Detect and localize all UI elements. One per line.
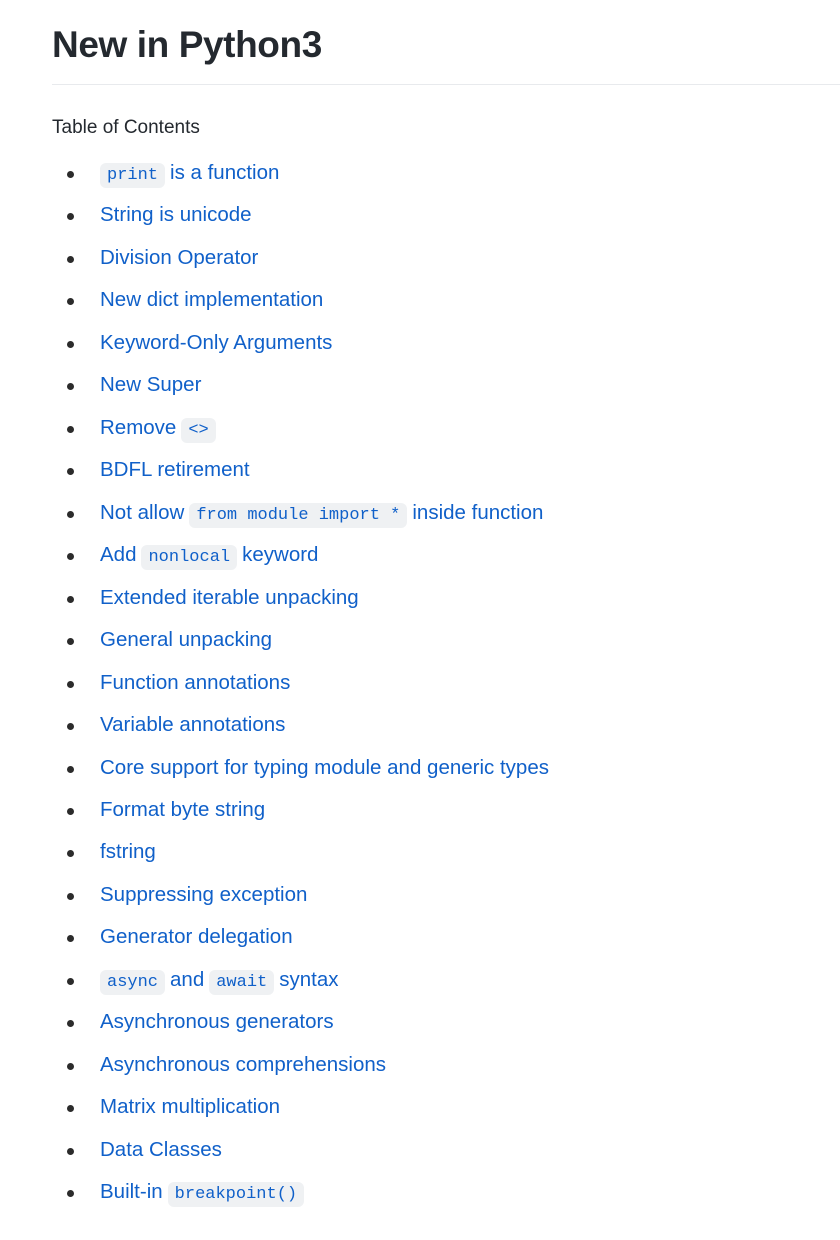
inline-code: await xyxy=(209,969,275,995)
toc-list-item[interactable]: Data Classes xyxy=(52,1138,840,1162)
toc-link-text: Asynchronous comprehensions xyxy=(100,1052,387,1076)
inline-code: breakpoint() xyxy=(167,1182,305,1208)
toc-link[interactable]: Core support for typing module and gener… xyxy=(100,756,549,779)
toc-link-text: New Super xyxy=(100,373,202,397)
toc-link-text: Built-in xyxy=(100,1180,163,1204)
toc-link[interactable]: Matrix multiplication xyxy=(100,1095,280,1118)
toc-list-item[interactable]: Keyword-Only Arguments xyxy=(52,331,840,355)
toc-list-item[interactable]: String is unicode xyxy=(52,203,840,227)
toc-link[interactable]: Add nonlocal keyword xyxy=(100,543,319,571)
toc-link[interactable]: Built-in breakpoint() xyxy=(100,1180,305,1208)
toc-link[interactable]: Extended iterable unpacking xyxy=(100,586,359,609)
toc-link-text: fstring xyxy=(100,840,156,864)
toc-link[interactable]: String is unicode xyxy=(100,203,252,226)
toc-link[interactable]: Function annotations xyxy=(100,671,290,694)
toc-link-text: syntax xyxy=(279,967,339,991)
toc-link[interactable]: Not allow from module import * inside func… xyxy=(100,500,544,528)
toc-link-text: Core support for typing module and gener… xyxy=(100,755,549,779)
toc-list-item[interactable]: Asynchronous generators xyxy=(52,1010,840,1034)
toc-list-item[interactable]: Division Operator xyxy=(52,246,840,270)
toc-link[interactable]: fstring xyxy=(100,840,156,863)
page-title: New in Python3 xyxy=(52,24,322,65)
toc-list-item[interactable]: Core support for typing module and gener… xyxy=(52,756,840,780)
table-of-contents-heading: Table of Contents xyxy=(52,117,200,139)
toc-link[interactable]: Variable annotations xyxy=(100,713,285,736)
toc-list-item[interactable]: Suppressing exception xyxy=(52,883,840,907)
toc-link[interactable]: Suppressing exception xyxy=(100,883,307,906)
table-of-contents-list: print is a function String is unicode Divis… xyxy=(52,160,840,1208)
toc-link[interactable]: print is a function xyxy=(100,160,280,188)
inline-code: async xyxy=(100,969,166,995)
toc-link-text: keyword xyxy=(242,543,319,567)
toc-link-text: Asynchronous generators xyxy=(100,1010,334,1034)
toc-list-item[interactable]: Format byte string xyxy=(52,798,840,822)
toc-link-text: Matrix multiplication xyxy=(100,1095,280,1119)
toc-list-item[interactable]: General unpacking xyxy=(52,628,840,652)
inline-code: from module import * xyxy=(189,502,408,528)
toc-link[interactable]: async and await syntax xyxy=(100,967,339,995)
toc-link-text: Function annotations xyxy=(100,670,291,694)
toc-link-text: inside function xyxy=(412,500,544,524)
toc-link[interactable]: Asynchronous comprehensions xyxy=(100,1053,386,1076)
toc-link[interactable]: Data Classes xyxy=(100,1138,222,1161)
toc-link-text: BDFL retirement xyxy=(100,458,250,482)
toc-link[interactable]: Division Operator xyxy=(100,246,258,269)
toc-link-text: and xyxy=(170,967,205,991)
toc-list-item[interactable]: Add nonlocal keyword xyxy=(52,543,840,571)
toc-link-text: String is unicode xyxy=(100,203,252,227)
toc-link[interactable]: Generator delegation xyxy=(100,925,293,948)
document-page: New in Python3 Table of Contents print is… xyxy=(0,0,840,1208)
toc-link[interactable]: Keyword-Only Arguments xyxy=(100,331,332,354)
toc-list-item[interactable]: Matrix multiplication xyxy=(52,1095,840,1119)
toc-link-text: Not allow xyxy=(100,500,185,524)
inline-code: <> xyxy=(181,417,216,443)
toc-list-item[interactable]: fstring xyxy=(52,840,840,864)
inline-code: nonlocal xyxy=(141,545,238,571)
toc-list-item[interactable]: Not allow from module import * inside func… xyxy=(52,500,840,528)
toc-list-item[interactable]: Function annotations xyxy=(52,671,840,695)
toc-list-item[interactable]: BDFL retirement xyxy=(52,458,840,482)
toc-link[interactable]: Format byte string xyxy=(100,798,265,821)
toc-link-text: Keyword-Only Arguments xyxy=(100,330,333,354)
toc-link[interactable]: BDFL retirement xyxy=(100,458,250,481)
toc-link[interactable]: New Super xyxy=(100,373,201,396)
toc-link-text: Add xyxy=(100,543,137,567)
toc-link-text: Remove xyxy=(100,415,177,439)
toc-link[interactable]: General unpacking xyxy=(100,628,272,651)
title-divider xyxy=(52,84,840,86)
toc-link-text: is a function xyxy=(170,160,280,184)
toc-list-item[interactable]: async and await syntax xyxy=(52,967,840,995)
toc-link-text: Variable annotations xyxy=(100,713,286,737)
toc-link-text: Division Operator xyxy=(100,245,259,269)
inline-code: print xyxy=(100,162,166,188)
toc-link-text: General unpacking xyxy=(100,628,273,652)
toc-list-item[interactable]: Extended iterable unpacking xyxy=(52,586,840,610)
toc-list-item[interactable]: Remove <> xyxy=(52,415,840,443)
toc-link[interactable]: New dict implementation xyxy=(100,288,323,311)
toc-list-item[interactable]: print is a function xyxy=(52,160,840,188)
toc-list-item[interactable]: Asynchronous comprehensions xyxy=(52,1053,840,1077)
toc-link-text: Format byte string xyxy=(100,797,266,821)
toc-link-text: Suppressing exception xyxy=(100,882,308,906)
toc-link[interactable]: Asynchronous generators xyxy=(100,1010,334,1033)
toc-link[interactable]: Remove <> xyxy=(100,415,216,443)
toc-link-text: New dict implementation xyxy=(100,288,324,312)
toc-list-item[interactable]: New Super xyxy=(52,373,840,397)
toc-link-text: Extended iterable unpacking xyxy=(100,585,359,609)
toc-list-item[interactable]: Built-in breakpoint() xyxy=(52,1180,840,1208)
toc-link-text: Data Classes xyxy=(100,1137,222,1161)
toc-list-item[interactable]: Variable annotations xyxy=(52,713,840,737)
toc-link-text: Generator delegation xyxy=(100,925,293,949)
toc-list-item[interactable]: New dict implementation xyxy=(52,288,840,312)
toc-list-item[interactable]: Generator delegation xyxy=(52,925,840,949)
